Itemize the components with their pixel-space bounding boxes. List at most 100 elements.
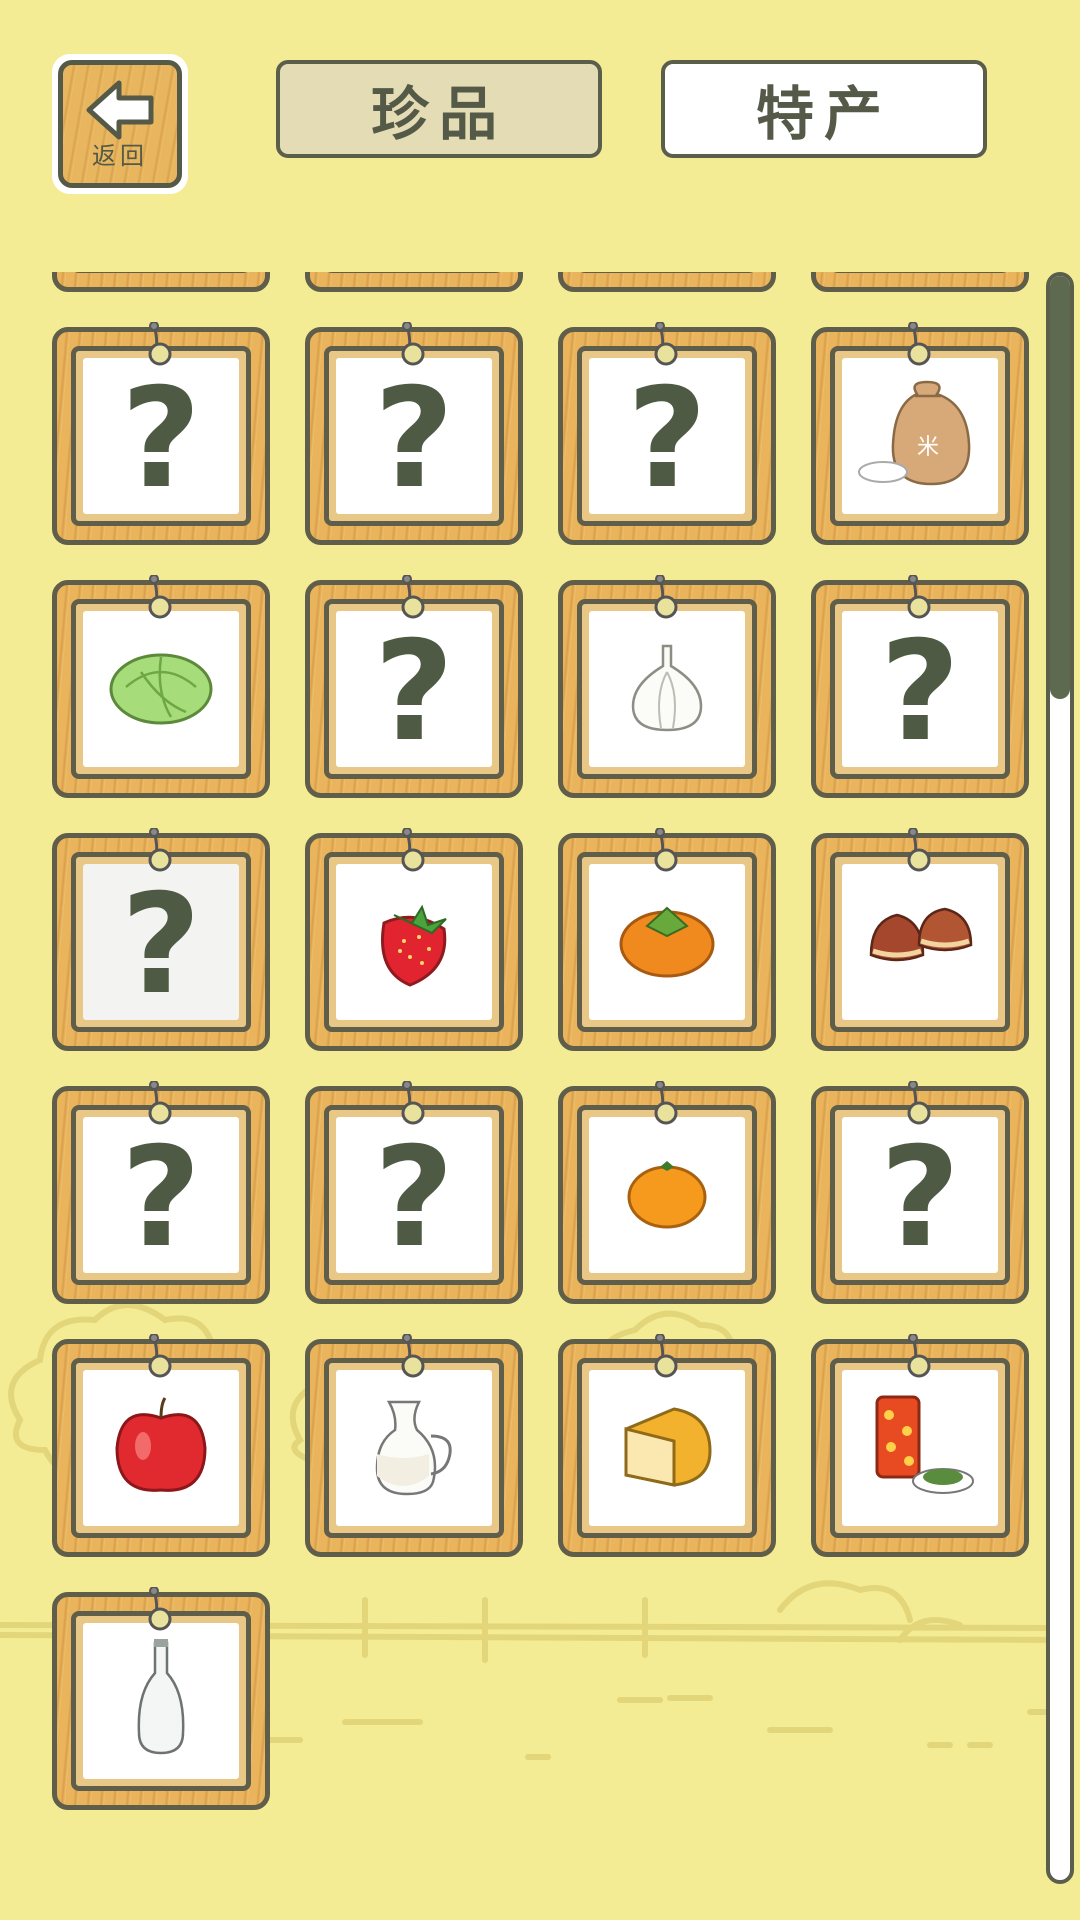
item-grid[interactable]: • •??? 米?????? [0,272,1040,1892]
hook-icon [140,1333,176,1384]
item-card-face: ? [842,611,998,767]
item-card-face: ? [336,611,492,767]
item-card[interactable]: ? [558,321,776,545]
item-card[interactable] [52,1586,270,1810]
question-mark-icon: ? [626,358,708,519]
scrollbar[interactable] [1046,272,1074,1884]
item-card-frame [830,272,1010,273]
hook-icon [393,574,429,625]
item-card-frame: ? [324,599,504,779]
item-card[interactable] [811,272,1029,292]
tab-specialty-items[interactable]: 特产 [661,60,987,158]
item-card-frame [577,852,757,1032]
item-card[interactable]: • [305,272,523,292]
back-button[interactable]: 返回 [52,54,188,194]
item-card[interactable]: ? [305,1080,523,1304]
tea-can-icon [865,1391,975,1505]
item-card-frame [324,852,504,1032]
svg-text:米: 米 [917,435,939,460]
glass-bottle-icon [131,1639,191,1763]
item-card-face: ? [336,1117,492,1273]
item-card-frame: • [577,272,757,273]
cheese-icon [620,1399,714,1497]
persimmon-icon [617,900,717,984]
item-card[interactable] [811,827,1029,1051]
item-card[interactable]: ? [811,574,1029,798]
cabbage-icon [106,647,216,731]
item-card[interactable]: ? [52,827,270,1051]
apple-icon [113,1396,209,1500]
item-card-frame: ? [71,1105,251,1285]
item-card-face: ? [83,358,239,514]
item-card-face: ? [842,1117,998,1273]
question-mark-icon: ? [879,611,961,772]
strawberry-icon [374,893,454,992]
item-card-frame: ? [830,599,1010,779]
item-card-frame [324,1358,504,1538]
hook-icon [646,574,682,625]
item-card-face [589,864,745,1020]
item-card-frame [71,1358,251,1538]
item-card[interactable] [558,574,776,798]
hook-icon [140,827,176,878]
item-card-frame [71,1611,251,1791]
item-card[interactable] [558,827,776,1051]
item-card-frame: • [324,272,504,273]
question-mark-icon: ? [120,1117,202,1278]
hook-icon [140,1586,176,1637]
item-card-frame: 米 [830,346,1010,526]
hook-icon [140,1080,176,1131]
hook-icon [899,1080,935,1131]
item-card-face [83,1623,239,1779]
item-card-face [336,864,492,1020]
item-card-frame: ? [830,1105,1010,1285]
item-card-frame: ? [71,852,251,1032]
item-card[interactable]: ? [305,574,523,798]
milk-jug-icon [369,1394,459,1502]
rice-sack-icon: 米 [855,374,985,498]
item-card[interactable] [558,1333,776,1557]
item-card-frame [577,1105,757,1285]
item-card-face: ? [83,864,239,1020]
item-card-frame: ? [324,346,504,526]
item-card-face: ? [589,358,745,514]
item-card[interactable] [52,1333,270,1557]
hook-icon [646,321,682,372]
item-card[interactable]: 米 [811,321,1029,545]
item-card-face [842,1370,998,1526]
item-card[interactable] [305,1333,523,1557]
hook-icon [899,827,935,878]
item-card-face [589,1370,745,1526]
item-card[interactable]: ? [52,321,270,545]
hook-icon [393,1080,429,1131]
item-card[interactable]: ? [52,1080,270,1304]
item-card[interactable]: • [558,272,776,292]
hook-icon [646,1333,682,1384]
item-card-face: ? [336,358,492,514]
hook-icon [393,827,429,878]
item-card[interactable] [52,574,270,798]
item-card[interactable] [811,1333,1029,1557]
item-card[interactable]: ? [305,321,523,545]
item-card[interactable] [305,827,523,1051]
item-card-face: 米 [842,358,998,514]
item-card-face [589,611,745,767]
hook-icon [646,827,682,878]
question-mark-icon: ? [373,358,455,519]
item-card-frame [577,599,757,779]
back-button-face: 返回 [58,60,182,188]
item-card[interactable]: ? [811,1080,1029,1304]
hook-icon [899,1333,935,1384]
item-card-face [589,1117,745,1273]
question-mark-icon: ? [879,1117,961,1278]
scrollbar-thumb[interactable] [1050,276,1070,699]
item-card-face [83,1370,239,1526]
tab-rare-items[interactable]: 珍品 [276,60,602,158]
item-card-frame [830,852,1010,1032]
back-arrow-icon [86,80,154,140]
item-card[interactable] [558,1080,776,1304]
garlic-icon [627,642,707,736]
item-card[interactable] [52,272,270,292]
item-card-frame: ? [324,1105,504,1285]
hook-icon [393,321,429,372]
